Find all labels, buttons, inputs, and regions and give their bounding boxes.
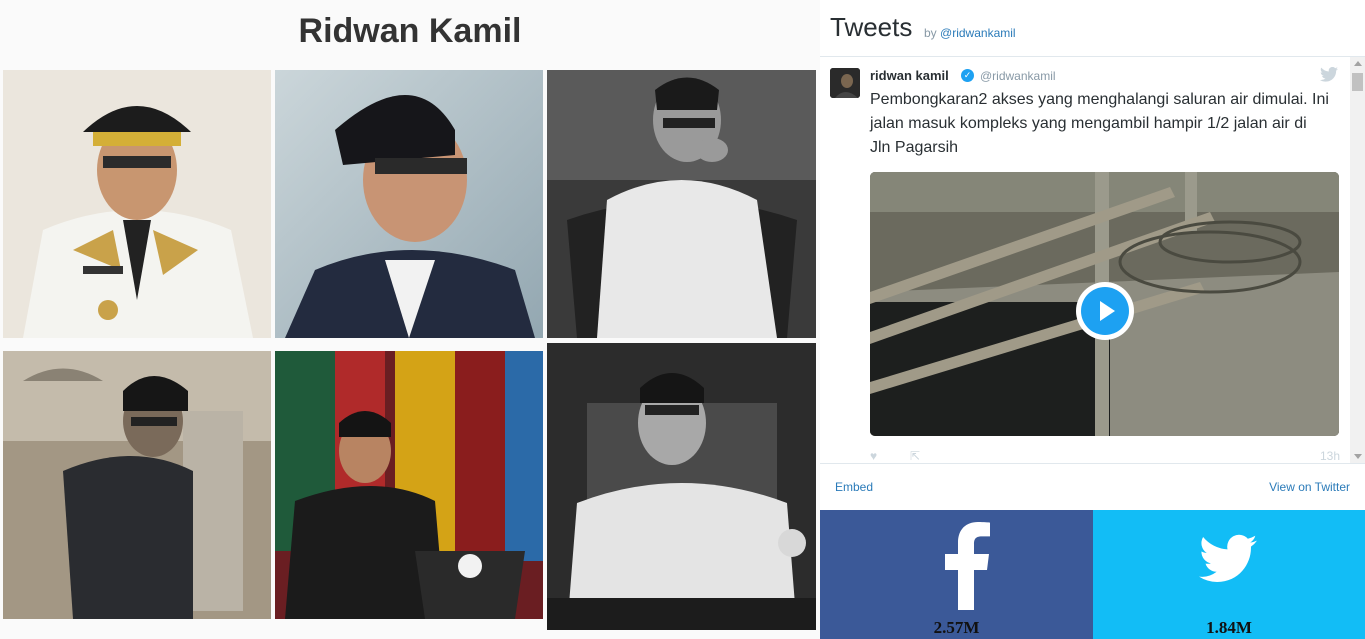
like-icon[interactable]: ♥: [870, 449, 877, 463]
photo-peci-portrait[interactable]: [275, 70, 543, 338]
twitter-widget: Tweets by @ridwankamil ridwan kamil ✓ @r…: [820, 0, 1365, 639]
scroll-thumb[interactable]: [1352, 73, 1363, 91]
scroll-down-icon[interactable]: [1354, 454, 1362, 459]
twitter-icon: [1199, 534, 1257, 582]
share-icon[interactable]: ⇱: [910, 449, 920, 463]
facebook-count: 2.57M: [933, 618, 980, 637]
avatar[interactable]: [830, 68, 860, 98]
tweet[interactable]: ridwan kamil ✓ @ridwankamil Pembongkaran…: [820, 57, 1365, 463]
photo-official-uniform[interactable]: [3, 70, 271, 338]
tweet-actions: ♥ ⇱ 13h: [870, 449, 1340, 463]
byline-handle-link[interactable]: @ridwankamil: [940, 26, 1016, 40]
widget-title: Tweets: [830, 12, 913, 42]
photo-walking-sepia[interactable]: [3, 351, 271, 619]
tweet-author-name[interactable]: ridwan kamil: [870, 68, 949, 83]
page-title: Ridwan Kamil: [298, 12, 522, 50]
tweet-author-handle[interactable]: @ridwankamil: [980, 69, 1056, 83]
byline-prefix: by: [924, 26, 937, 40]
scroll-up-icon[interactable]: [1354, 61, 1362, 66]
play-icon: [1081, 287, 1129, 335]
photo-podium-speech[interactable]: [275, 351, 543, 619]
photo-gallery-column: Ridwan Kamil: [0, 0, 820, 639]
tweet-text: Pembongkaran2 akses yang menghalangi sal…: [870, 91, 1329, 156]
facebook-icon: [945, 522, 990, 610]
widget-header: Tweets by @ridwankamil: [820, 0, 1365, 57]
photo-seated-bw[interactable]: [547, 70, 816, 338]
tweet-video[interactable]: [870, 172, 1339, 436]
photo-seated-smiling-bw[interactable]: [547, 343, 816, 630]
verified-icon: ✓: [961, 69, 974, 82]
play-button[interactable]: [1076, 282, 1134, 340]
twitter-follow-box[interactable]: 1.84M: [1093, 510, 1365, 639]
tweet-time[interactable]: 13h: [1320, 449, 1340, 463]
facebook-follow-box[interactable]: 2.57M: [820, 510, 1093, 639]
tweet-scrollbar[interactable]: [1350, 57, 1365, 463]
twitter-count: 1.84M: [1206, 618, 1252, 637]
embed-link[interactable]: Embed: [835, 480, 873, 494]
widget-footer: Embed View on Twitter: [820, 463, 1365, 510]
view-on-twitter-link[interactable]: View on Twitter: [1269, 480, 1350, 494]
twitter-bird-icon[interactable]: [1320, 67, 1338, 82]
widget-byline: by @ridwankamil: [924, 26, 1016, 40]
